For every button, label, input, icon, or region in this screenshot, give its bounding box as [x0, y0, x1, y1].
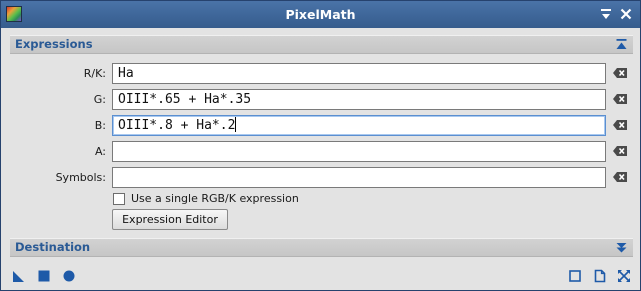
text-caret: [235, 117, 237, 132]
clear-a-expression-icon[interactable]: [612, 144, 628, 158]
preview-icon[interactable]: [568, 269, 582, 283]
collapse-section-icon[interactable]: [615, 38, 628, 51]
clear-symbols-icon[interactable]: [612, 170, 628, 184]
expressions-section-label: Expressions: [15, 37, 93, 51]
reset-icon[interactable]: [617, 269, 631, 283]
single-rgbk-checkbox[interactable]: [113, 193, 125, 205]
destination-section-header[interactable]: Destination: [10, 238, 633, 257]
b-expression-label: B:: [94, 119, 106, 132]
shade-window-icon[interactable]: [598, 6, 614, 22]
g-expression-label: G:: [93, 93, 106, 106]
g-expression-input[interactable]: OIII*.65 + Ha*.35: [112, 89, 606, 110]
apply-icon[interactable]: [62, 269, 76, 283]
b-expression-text: OIII*.8 + Ha*.2: [118, 118, 236, 133]
new-instance-icon[interactable]: [12, 269, 26, 283]
expression-editor-button[interactable]: Expression Editor: [112, 209, 228, 230]
title-bar[interactable]: PixelMath: [1, 1, 640, 28]
close-window-icon[interactable]: [618, 6, 634, 22]
a-expression-label: A:: [94, 145, 106, 158]
single-rgbk-checkbox-label[interactable]: Use a single RGB/K expression: [131, 192, 299, 205]
rk-expression-label: R/K:: [83, 67, 106, 80]
clear-g-expression-icon[interactable]: [612, 92, 628, 106]
apply-global-icon[interactable]: [37, 269, 51, 283]
a-expression-input[interactable]: [112, 141, 606, 162]
destination-section-label: Destination: [15, 240, 91, 254]
symbols-label: Symbols:: [55, 171, 106, 184]
clear-rk-expression-icon[interactable]: [612, 66, 628, 80]
symbols-input[interactable]: [112, 167, 606, 188]
rk-expression-input[interactable]: Ha: [112, 63, 606, 84]
expressions-section-header[interactable]: Expressions: [10, 35, 633, 54]
window-title: PixelMath: [285, 7, 356, 22]
b-expression-input[interactable]: OIII*.8 + Ha*.2: [112, 115, 606, 136]
clear-b-expression-icon[interactable]: [612, 118, 628, 132]
documentation-icon[interactable]: [593, 269, 607, 283]
expand-section-icon[interactable]: [615, 241, 628, 254]
pixelmath-window: PixelMath Expressions R/K: Ha G: OIII*.6…: [0, 0, 641, 291]
